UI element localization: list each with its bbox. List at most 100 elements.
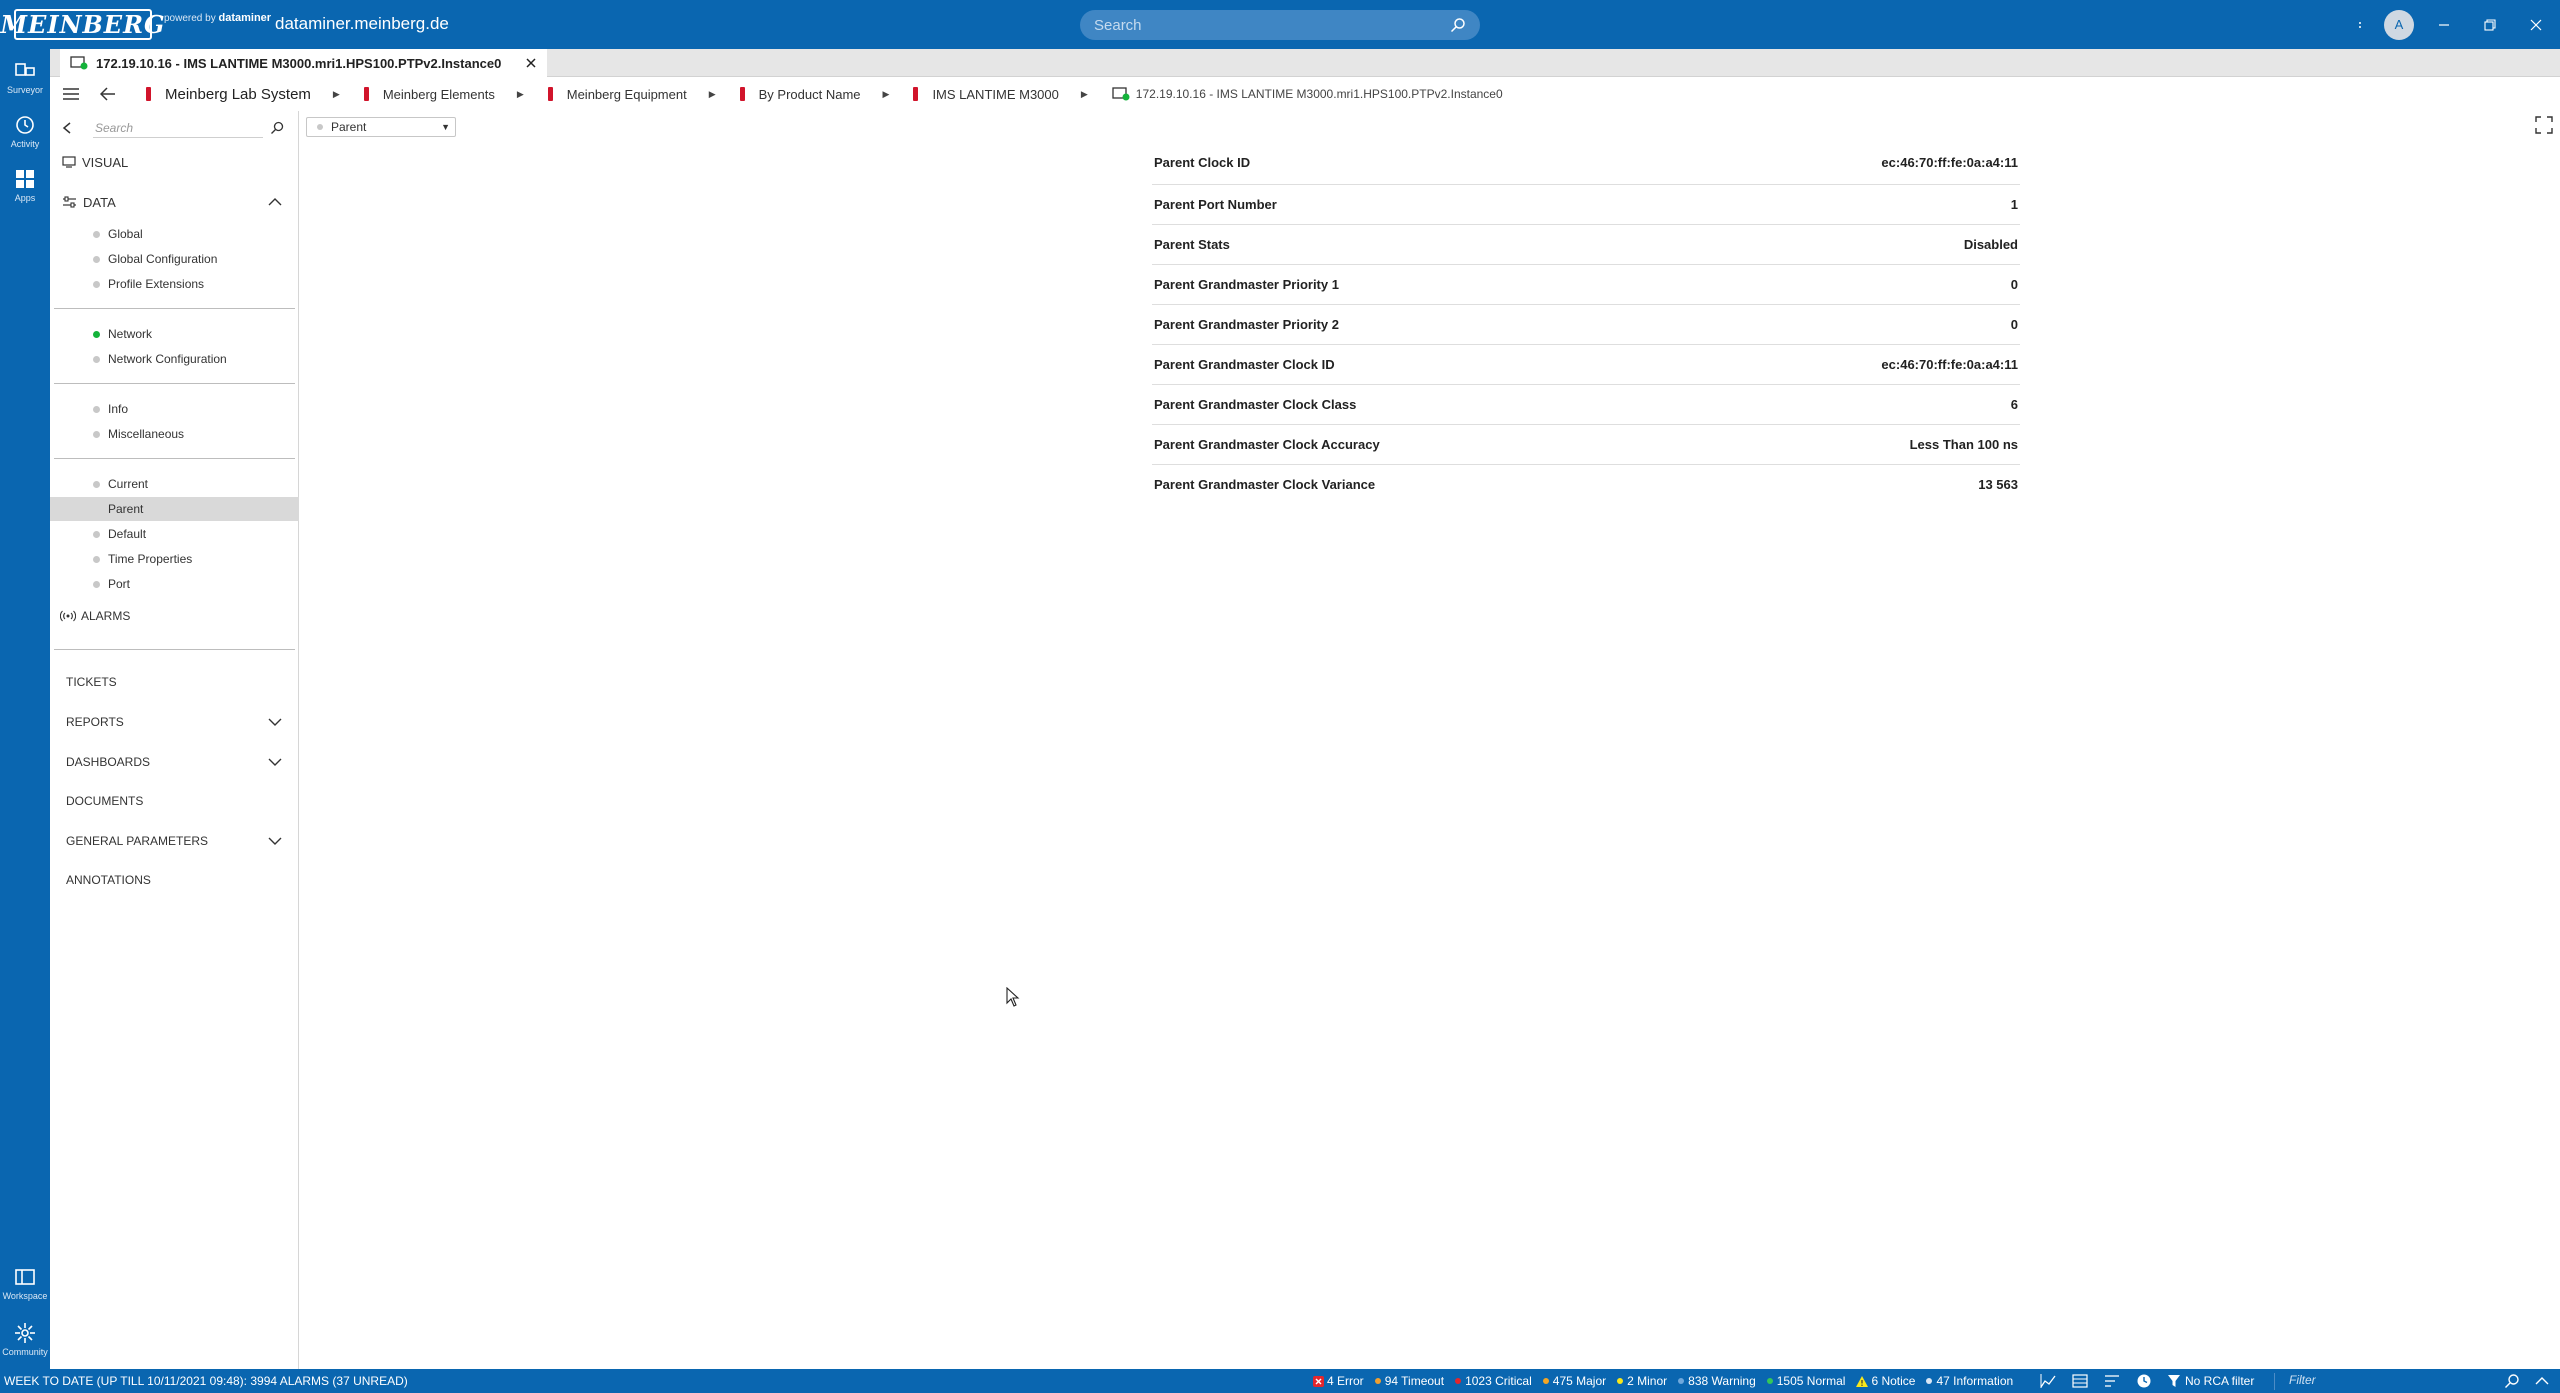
sidebar-item-general-parameters[interactable]: GENERAL PARAMETERS [50, 828, 299, 854]
sidebar-item-tickets[interactable]: TICKETS [50, 669, 299, 695]
sidebar-item-port[interactable]: Port [50, 572, 299, 596]
breadcrumb-item-product[interactable]: IMS LANTIME M3000 ▶ [913, 87, 1111, 102]
parameter-label: Parent Grandmaster Priority 1 [1154, 277, 1339, 292]
counter-information[interactable]: 47 Information [1926, 1374, 2013, 1388]
counter-label: 2 Minor [1627, 1374, 1668, 1388]
sidebar-item-label: DATA [83, 194, 116, 210]
app-rail: Surveyor Activity Apps Workspace Communi… [0, 49, 50, 1369]
sidebar-item-current[interactable]: Current [50, 472, 299, 496]
status-dot [93, 481, 100, 488]
sidebar-item-reports[interactable]: REPORTS [50, 709, 299, 735]
page-selector-dropdown[interactable]: Parent ▼ [306, 117, 456, 137]
alarm-filter [2274, 1373, 2534, 1390]
back-arrow-icon[interactable] [100, 87, 116, 101]
breadcrumb-item-equipment[interactable]: Meinberg Equipment ▶ [547, 87, 740, 102]
parameter-row: Parent Grandmaster Clock Accuracy Less T… [1152, 425, 2020, 465]
breadcrumb-item-lab-system[interactable]: Meinberg Lab System ▶ [146, 86, 364, 103]
status-dot [93, 331, 100, 338]
host-name: dataminer.meinberg.de [275, 14, 449, 33]
rail-apps-label: Apps [14, 193, 36, 203]
minimize-button[interactable] [2432, 0, 2456, 49]
breadcrumb-item-by-product[interactable]: By Product Name ▶ [739, 87, 914, 102]
sort-icon[interactable] [2104, 1373, 2120, 1389]
rail-workspace[interactable]: Workspace [0, 1265, 50, 1301]
sidebar-item-global[interactable]: Global [50, 222, 299, 246]
status-dot [93, 256, 100, 263]
sidebar-item-default[interactable]: Default [50, 522, 299, 546]
counter-normal[interactable]: 1505 Normal [1766, 1374, 1845, 1388]
rca-filter-toggle[interactable]: No RCA filter [2168, 1374, 2254, 1388]
breadcrumb-item-elements[interactable]: Meinberg Elements ▶ [363, 87, 548, 102]
hamburger-menu-icon[interactable] [62, 87, 80, 101]
rail-activity[interactable]: Activity [0, 113, 50, 149]
counter-warning[interactable]: 838 Warning [1678, 1374, 1756, 1388]
notifications-menu[interactable] [2350, 0, 2370, 49]
sidebar-item-data[interactable]: DATA [50, 189, 299, 215]
rail-workspace-label: Workspace [2, 1291, 48, 1301]
global-search-input[interactable] [1094, 16, 1450, 34]
sidebar-item-info[interactable]: Info [50, 397, 299, 421]
counter-major[interactable]: 475 Major [1542, 1374, 1606, 1388]
counter-timeout[interactable]: 94 Timeout [1374, 1374, 1444, 1388]
sidebar-item-time-properties[interactable]: Time Properties [50, 547, 299, 571]
sidebar-item-alarms[interactable]: ALARMS [50, 603, 299, 629]
meinberg-logo[interactable]: MEINBERG [0, 9, 165, 40]
alarm-filter-input[interactable] [2289, 1373, 2509, 1387]
close-icon[interactable] [525, 57, 537, 69]
rail-community[interactable]: Community [0, 1321, 50, 1357]
close-window-button[interactable] [2524, 0, 2548, 49]
collapse-left-icon[interactable] [62, 122, 72, 134]
counter-minor[interactable]: 2 Minor [1617, 1374, 1667, 1388]
history-clock-icon[interactable] [2136, 1373, 2152, 1389]
breadcrumb-item-element[interactable]: 172.19.10.16 - IMS LANTIME M3000.mri1.HP… [1112, 87, 1503, 101]
chevron-up-icon[interactable] [267, 194, 283, 210]
restore-button[interactable] [2478, 0, 2502, 49]
search-icon[interactable] [270, 121, 284, 135]
status-dot [93, 556, 100, 563]
sidebar-item-global-configuration[interactable]: Global Configuration [50, 247, 299, 271]
chevron-down-icon[interactable] [267, 714, 283, 730]
sidebar-item-network[interactable]: Network [50, 322, 299, 346]
list-view-icon[interactable] [2072, 1373, 2088, 1389]
alarm-status-bar: WEEK TO DATE (UP TILL 10/11/2021 09:48):… [0, 1369, 2560, 1393]
sidebar-item-label: Global [108, 227, 143, 241]
parameter-row: Parent Stats Disabled [1152, 225, 2020, 265]
error-icon [1313, 1375, 1324, 1387]
counter-notice[interactable]: 6 Notice [1856, 1374, 1915, 1388]
sidebar-item-parent[interactable]: Parent [50, 497, 299, 521]
trend-icon[interactable] [2040, 1373, 2056, 1389]
rail-activity-label: Activity [10, 139, 40, 149]
counter-error[interactable]: 4 Error [1313, 1374, 1364, 1388]
sidebar-search-input[interactable] [93, 118, 263, 138]
rail-surveyor[interactable]: Surveyor [0, 59, 50, 95]
warning-dot [1678, 1378, 1685, 1384]
sidebar-search [50, 115, 299, 141]
sidebar-item-documents[interactable]: DOCUMENTS [50, 788, 299, 814]
search-icon[interactable] [2504, 1373, 2520, 1389]
tab-element-card[interactable]: 172.19.10.16 - IMS LANTIME M3000.mri1.HP… [60, 49, 547, 77]
counter-critical[interactable]: 1023 Critical [1455, 1374, 1532, 1388]
search-icon[interactable] [1450, 17, 1466, 33]
sidebar-item-annotations[interactable]: ANNOTATIONS [50, 867, 299, 893]
alarm-summary[interactable]: WEEK TO DATE (UP TILL 10/11/2021 09:48):… [4, 1374, 408, 1388]
fullscreen-icon[interactable] [2534, 115, 2554, 135]
sidebar-item-visual[interactable]: VISUAL [50, 149, 299, 175]
parameter-label: Parent Grandmaster Clock ID [1154, 357, 1335, 372]
parameter-row: Parent Grandmaster Clock Class 6 [1152, 385, 2020, 425]
sidebar-item-profile-extensions[interactable]: Profile Extensions [50, 272, 299, 296]
rail-apps[interactable]: Apps [0, 167, 50, 203]
sidebar-item-miscellaneous[interactable]: Miscellaneous [50, 422, 299, 446]
avatar[interactable]: A [2384, 9, 2414, 40]
user-menu[interactable]: A [2382, 0, 2416, 49]
sidebar-item-network-configuration[interactable]: Network Configuration [50, 347, 299, 371]
powered-by: powered by dataminer [164, 12, 271, 24]
global-search[interactable] [1080, 10, 1480, 40]
sidebar-item-dashboards[interactable]: DASHBOARDS [50, 749, 299, 775]
notice-triangle-icon [1856, 1375, 1869, 1387]
chevron-down-icon[interactable] [267, 833, 283, 849]
parameter-table: Parent Clock ID ec:46:70:ff:fe:0a:a4:11 … [1152, 145, 2020, 505]
chevron-down-icon[interactable] [267, 754, 283, 770]
chevron-up-icon[interactable] [2534, 1373, 2550, 1389]
status-dot [93, 531, 100, 538]
element-icon [1112, 87, 1130, 101]
